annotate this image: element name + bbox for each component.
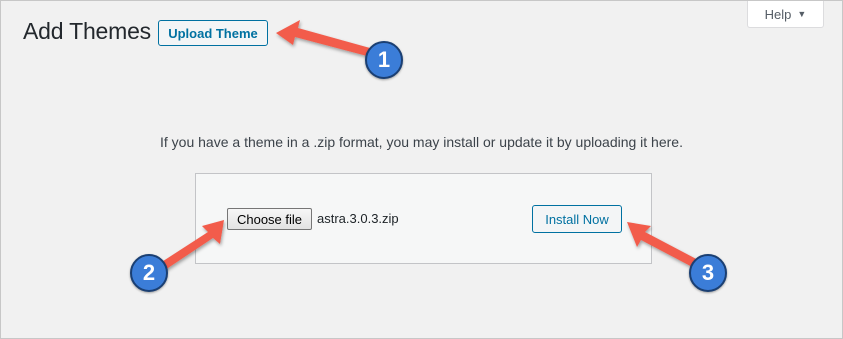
callout-badge-3: 3 bbox=[689, 254, 727, 292]
callout-badge-1: 1 bbox=[365, 41, 403, 79]
arrow-2-icon bbox=[157, 220, 224, 272]
callout-badge-2: 2 bbox=[130, 254, 168, 292]
arrow-1-icon bbox=[276, 20, 370, 56]
